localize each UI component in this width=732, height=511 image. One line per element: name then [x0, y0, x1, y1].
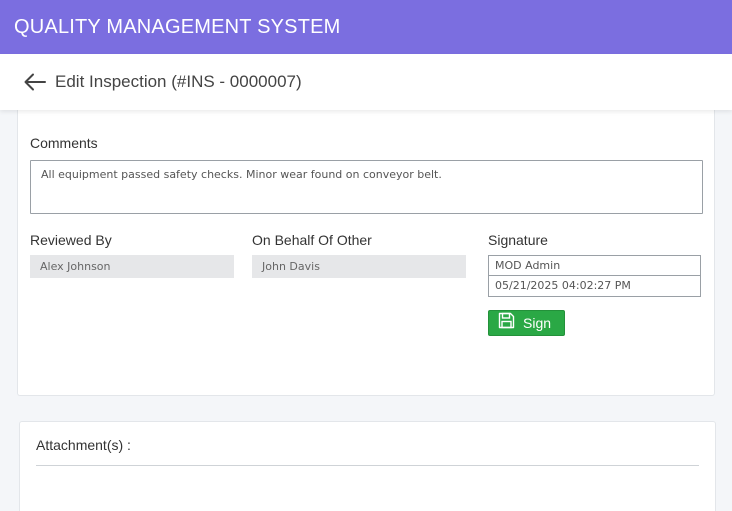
- arrow-left-icon[interactable]: [22, 69, 48, 95]
- reviewed-by-field: Alex Johnson: [30, 255, 234, 278]
- signature-label: Signature: [488, 232, 548, 248]
- page-title: Edit Inspection (#INS - 0000007): [55, 72, 302, 91]
- attachments-divider: [36, 465, 699, 466]
- app-title: QUALITY MANAGEMENT SYSTEM: [14, 15, 341, 38]
- signature-timestamp: 05/21/2025 04:02:27 PM: [495, 279, 631, 292]
- app-bar: QUALITY MANAGEMENT SYSTEM: [0, 0, 732, 54]
- signature-box: MOD Admin 05/21/2025 04:02:27 PM: [488, 255, 701, 297]
- page-header: Edit Inspection (#INS - 0000007): [0, 54, 732, 110]
- sign-button-label: Sign: [523, 315, 552, 331]
- save-icon: [498, 312, 515, 334]
- reviewed-by-label: Reviewed By: [30, 232, 112, 248]
- comments-label: Comments: [30, 135, 98, 151]
- attachments-card: Attachment(s) :: [19, 421, 716, 511]
- comments-textarea[interactable]: All equipment passed safety checks. Mino…: [30, 160, 703, 214]
- signature-signer: MOD Admin: [489, 256, 700, 276]
- attachments-label: Attachment(s) :: [36, 437, 131, 453]
- on-behalf-of-other-field: John Davis: [252, 255, 466, 278]
- sign-button[interactable]: Sign: [488, 310, 565, 336]
- inspection-review-card: Comments All equipment passed safety che…: [17, 104, 715, 396]
- on-behalf-of-other-label: On Behalf Of Other: [252, 232, 372, 248]
